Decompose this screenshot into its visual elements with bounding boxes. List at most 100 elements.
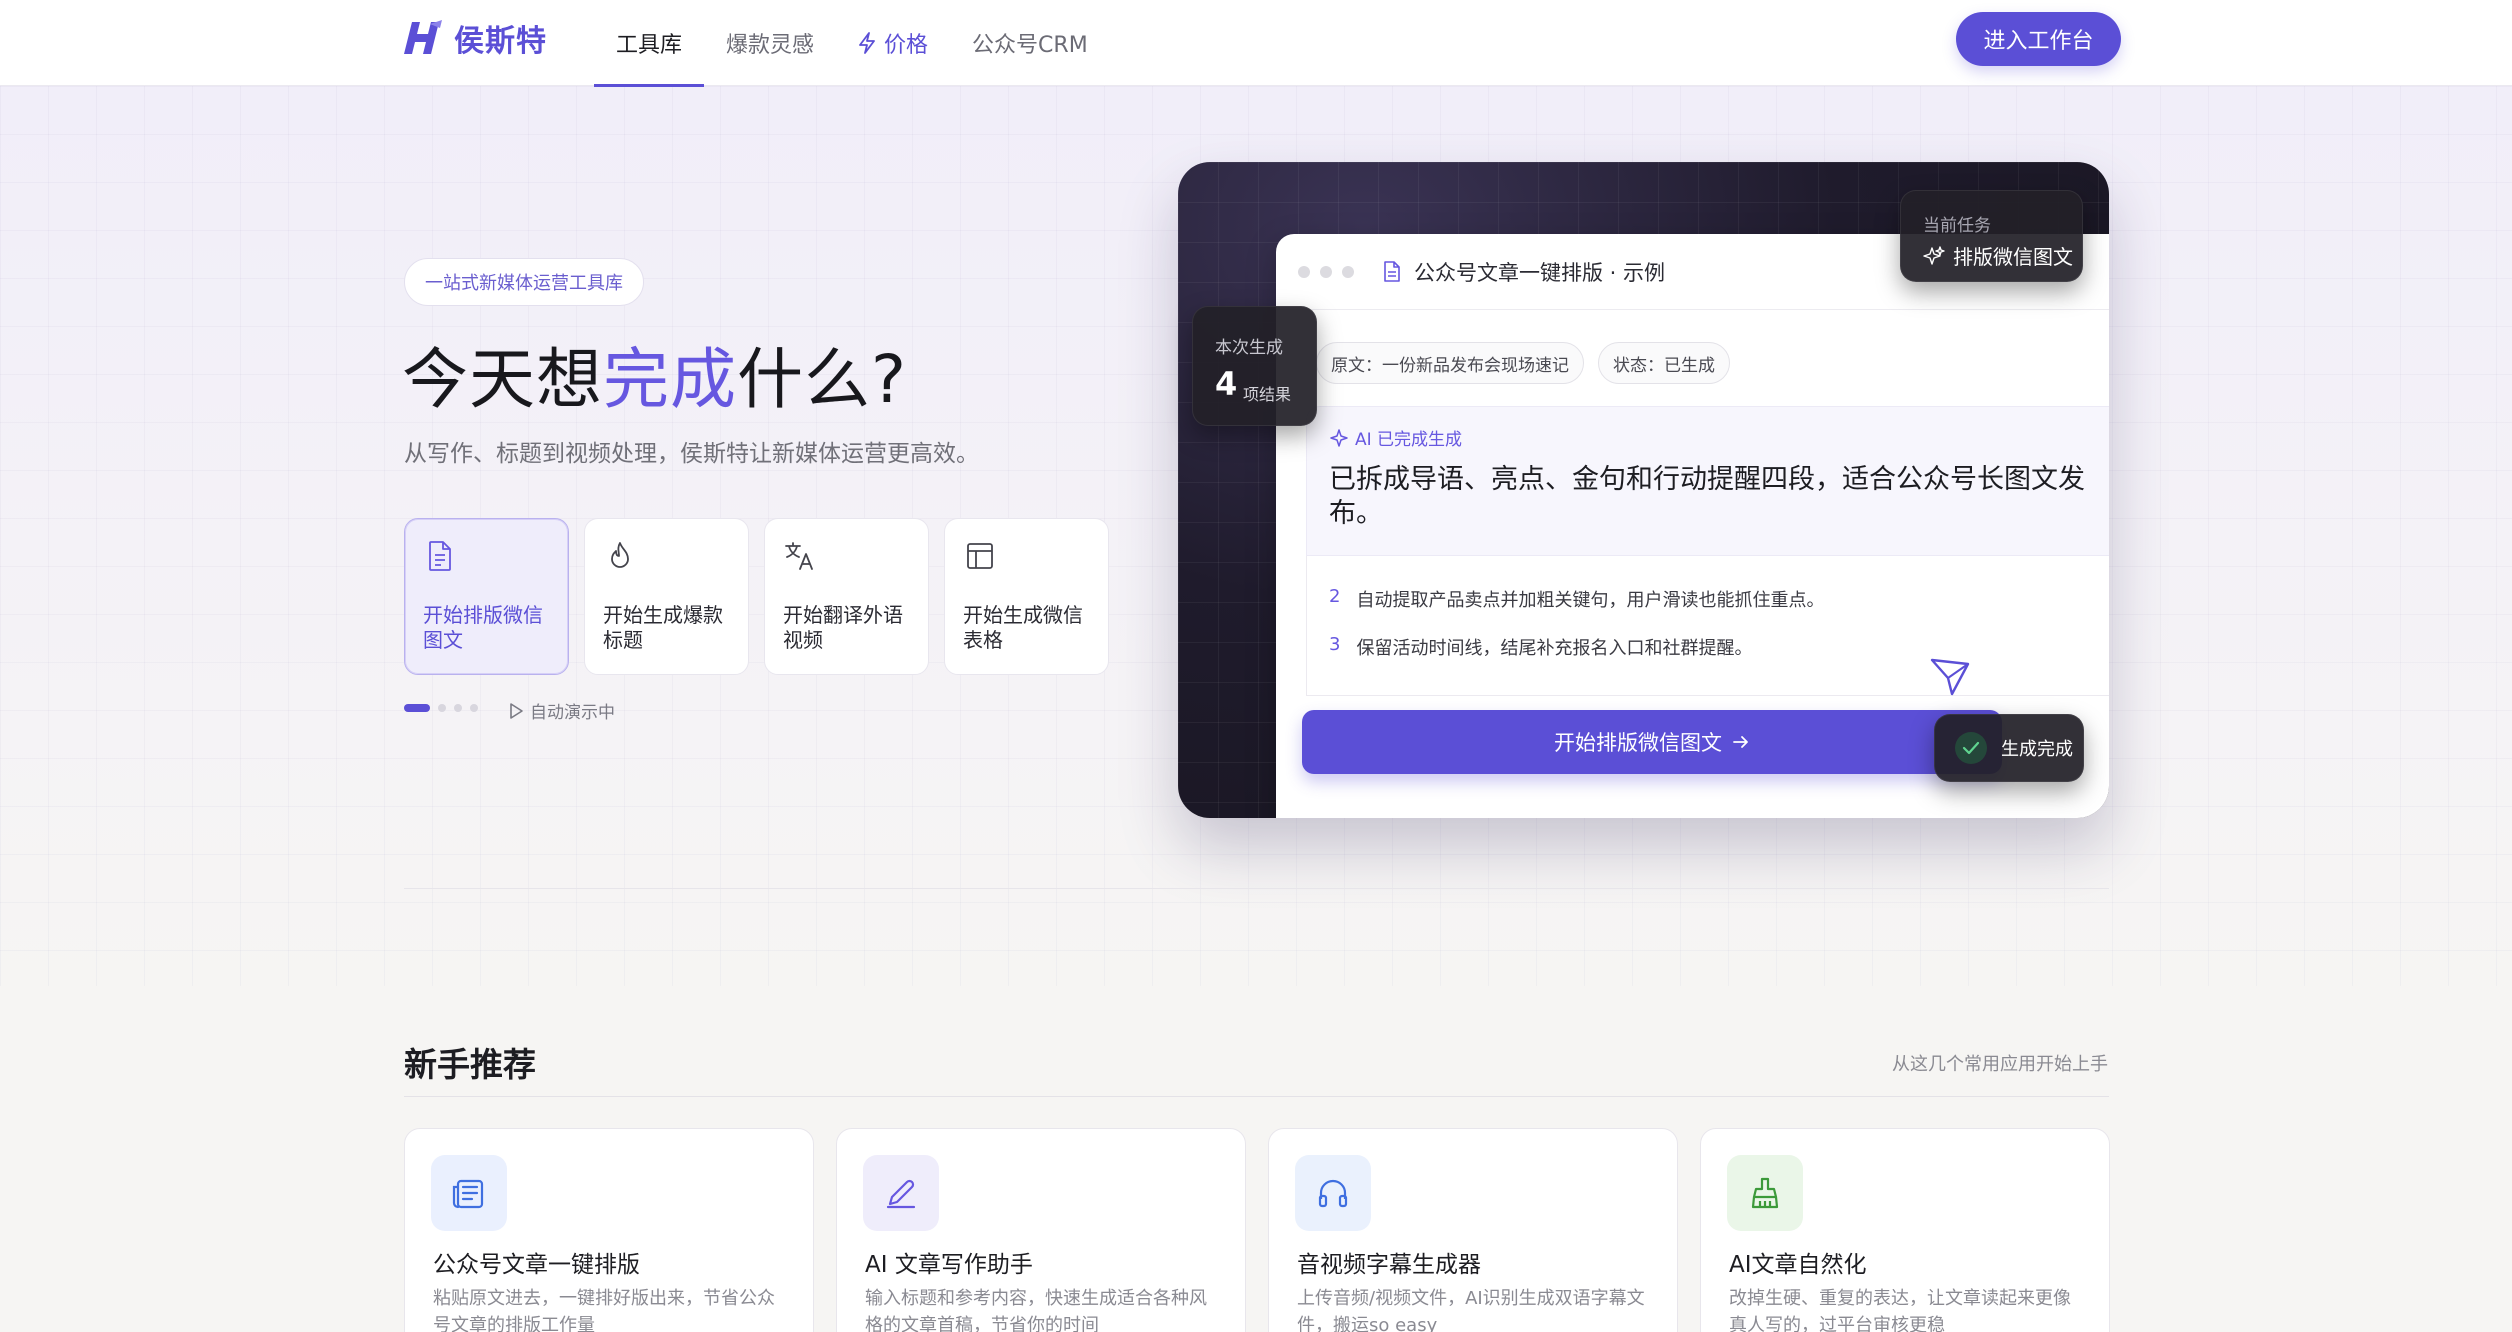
section-divider [404,1096,2109,1097]
window-dot [1320,265,1332,278]
recommend-card-ai-writer[interactable]: AI 文章写作助手 输入标题和参考内容，快速生成适合各种风格的文章首稿，节省你的… [836,1128,1246,1332]
recommend-section-hint: 从这几个常用应用开始上手 [1892,1054,2108,1075]
list-number: 3 [1329,634,1341,655]
doc-title: 公众号文章一键排版 · 示例 [1382,257,1665,287]
carousel-indicator [404,704,478,712]
lightning-icon [859,32,875,54]
recommend-card-desc: 改掉生硬、重复的表达，让文章读起来更像真人写的，过平台审核更稳 [1729,1288,2071,1332]
sparkle-icon [1923,245,1945,265]
document-icon [429,541,451,571]
status-tag: 状态：已生成 [1598,342,1730,384]
arrow-right-icon [1733,736,1748,748]
list-item: 2 自动提取产品卖点并加粗关键句，用户滑读也能抓住重点。 [1329,586,1824,612]
task-value: 排版微信图文 [1923,241,2073,270]
list-text: 保留活动时间线，结尾补充报名入口和社群提醒。 [1356,638,1753,659]
ai-result-box: AI 已完成生成 已拆成导语、亮点、金句和行动提醒四段，适合公众号长图文发布。 [1306,406,2109,556]
count-value: 4 [1215,365,1238,403]
window-dot [1298,265,1310,278]
recommend-card-list: 公众号文章一键排版 粘贴原文进去，一键排好版出来，节省公众号文章的排版工作量 A… [404,1128,2110,1332]
brand-logo-icon [404,20,442,54]
nav-label: 公众号CRM [972,33,1088,58]
ai-result-text: 已拆成导语、亮点、金句和行动提醒四段，适合公众号长图文发布。 [1329,464,2085,529]
quick-action-viral-title[interactable]: 开始生成爆款标题 [584,518,749,675]
result-list: 2 自动提取产品卖点并加粗关键句，用户滑读也能抓住重点。 3 保留活动时间线，结… [1306,556,2109,696]
recommend-card-subtitle-generator[interactable]: 音视频字幕生成器 上传音频/视频文件，AI识别生成双语字幕文件，搬运so eas… [1268,1128,1678,1332]
check-icon [1955,732,1987,764]
hero-subtitle: 从写作、标题到视频处理，侯斯特让新媒体运营更高效。 [404,441,979,467]
source-tag: 原文：一份新品发布会现场速记 [1316,342,1584,384]
recommend-card-title: AI 文章写作助手 [865,1252,1033,1278]
section-divider [404,888,2109,889]
nav-label: 工具库 [616,33,683,58]
nav-item-crm[interactable]: 公众号CRM [950,0,1110,86]
quick-action-label: 开始翻译外语视频 [783,603,903,652]
pen-icon [863,1155,939,1231]
count-label: 本次生成 [1215,338,1283,358]
broom-icon [1727,1155,1803,1231]
brand-name: 侯斯特 [454,24,547,59]
doc-tags: 原文：一份新品发布会现场速记 状态：已生成 [1316,342,1730,384]
quick-action-label: 开始排版微信图文 [423,603,543,652]
carousel-dot[interactable] [404,704,430,712]
list-text: 自动提取产品卖点并加粗关键句，用户滑读也能抓住重点。 [1356,590,1825,611]
newspaper-icon [431,1155,507,1231]
nav-label: 价格 [884,33,929,58]
quick-action-translate-video[interactable]: 开始翻译外语视频 [764,518,929,675]
document-icon [1384,260,1400,282]
recommend-card-desc: 粘贴原文进去，一键排好版出来，节省公众号文章的排版工作量 [433,1288,775,1332]
brand-logo[interactable]: 侯斯特 [400,16,547,60]
recommend-card-title: 公众号文章一键排版 [433,1252,640,1278]
enter-workspace-button[interactable]: 进入工作台 [1956,12,2121,66]
quick-action-wechat-table[interactable]: 开始生成微信表格 [944,518,1109,675]
carousel-dot[interactable] [454,704,462,712]
quick-action-list: 开始排版微信图文 开始生成爆款标题 开始翻译外语视频 开始生成微信表格 [404,518,1109,675]
recommend-card-title: AI文章自然化 [1729,1252,1867,1278]
recommend-section-title: 新手推荐 [404,1045,536,1084]
done-label: 生成完成 [2001,739,2073,760]
main-nav: 工具库 爆款灵感 价格 公众号CRM [594,0,1110,87]
ai-label: AI 已完成生成 [1329,425,1462,450]
nav-label: 爆款灵感 [726,33,815,58]
headphones-icon [1295,1155,1371,1231]
list-item: 3 保留活动时间线，结尾补充报名入口和社群提醒。 [1329,634,1752,660]
play-icon [510,702,523,719]
start-format-label: 开始排版微信图文 [1554,731,1722,755]
nav-item-inspiration[interactable]: 爆款灵感 [704,0,836,86]
hero-headline: 今天想完成什么? [402,326,907,422]
recommend-card-desc: 上传音频/视频文件，AI识别生成双语字幕文件，搬运so easy [1297,1288,1645,1332]
cursor-pointer-icon [1930,658,1970,696]
task-label: 当前任务 [1923,216,1991,236]
autoplay-toggle[interactable]: 自动演示中 [508,698,615,723]
headline-part: 什么? [737,341,908,418]
table-icon [967,543,993,569]
top-navigation-bar: 侯斯特 工具库 爆款灵感 价格 公众号CRM 进入工作台 [0,0,2512,87]
recommend-card-naturalize[interactable]: AI文章自然化 改掉生硬、重复的表达，让文章读起来更像真人写的，过平台审核更稳 [1700,1128,2110,1332]
recommend-card-title: 音视频字幕生成器 [1297,1252,1481,1278]
recommend-card-desc: 输入标题和参考内容，快速生成适合各种风格的文章首稿，节省你的时间 [865,1288,1207,1332]
ai-label-text: AI 已完成生成 [1355,430,1463,450]
hero-tag: 一站式新媒体运营工具库 [404,258,644,306]
recommend-card-article-format[interactable]: 公众号文章一键排版 粘贴原文进去，一键排好版出来，节省公众号文章的排版工作量 [404,1128,814,1332]
quick-action-label: 开始生成爆款标题 [603,603,723,652]
generated-count-card: 本次生成 4 项结果 [1192,306,1317,426]
task-value-text: 排版微信图文 [1953,245,2073,269]
headline-part: 今天想 [402,341,603,418]
carousel-dot[interactable] [438,704,446,712]
flame-icon [611,542,629,568]
nav-item-pricing[interactable]: 价格 [836,0,950,86]
current-task-card: 当前任务 排版微信图文 [1900,190,2083,282]
translate-icon [785,542,813,570]
carousel-dot[interactable] [470,704,478,712]
quick-action-label: 开始生成微信表格 [963,603,1083,652]
quick-action-format-article[interactable]: 开始排版微信图文 [404,518,569,675]
autoplay-label: 自动演示中 [530,703,615,723]
doc-title-text: 公众号文章一键排版 · 示例 [1414,260,1666,285]
sparkle-icon [1330,428,1348,447]
window-dot [1342,265,1354,278]
start-format-button[interactable]: 开始排版微信图文 [1302,710,2002,774]
generation-done-toast: 生成完成 [1934,714,2084,782]
list-number: 2 [1329,586,1341,607]
count-unit: 项结果 [1243,385,1292,404]
nav-item-tools[interactable]: 工具库 [594,0,705,87]
headline-accent: 完成 [603,341,737,418]
